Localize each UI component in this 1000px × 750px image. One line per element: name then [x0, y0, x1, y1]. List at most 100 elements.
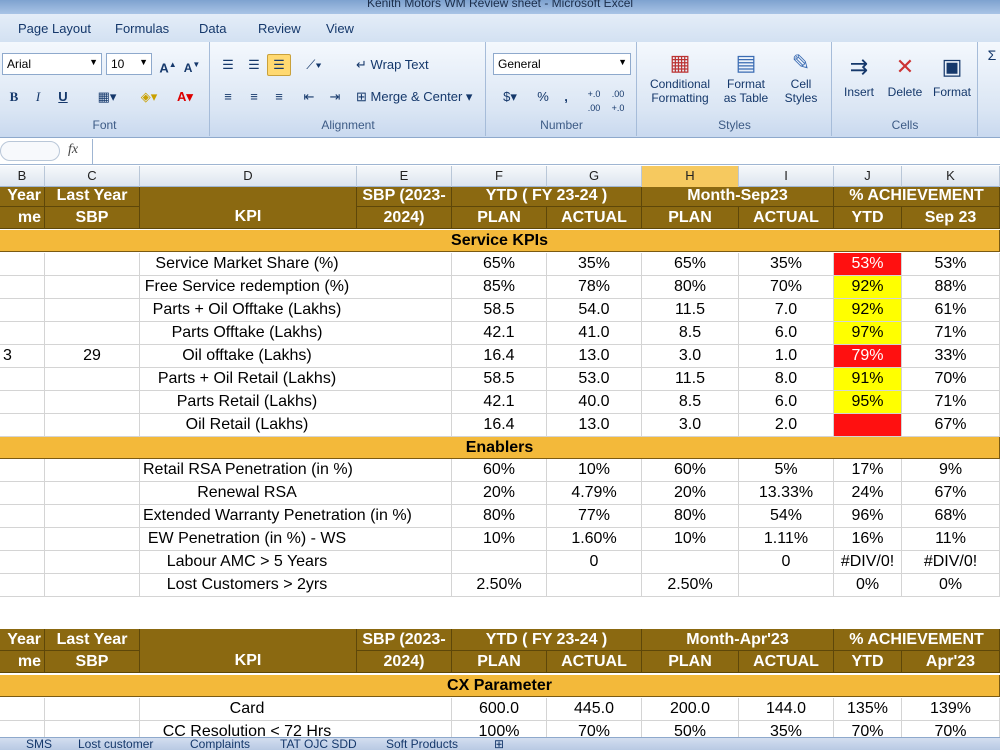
header-cell[interactable]: Year: [0, 187, 45, 207]
achievement-cell[interactable]: 95%: [834, 391, 902, 414]
sheet-tab-soft-products[interactable]: Soft Products: [386, 738, 458, 750]
cell[interactable]: 2.0: [739, 414, 834, 437]
kpi-cell[interactable]: EW Penetration (in %) - WS: [140, 528, 452, 551]
cell[interactable]: 3.0: [642, 345, 739, 368]
cell[interactable]: [0, 276, 45, 299]
header-cell[interactable]: SBP (2023-: [357, 629, 452, 651]
borders-icon[interactable]: ▦▾: [92, 86, 122, 108]
orientation-icon[interactable]: ⟋▾: [297, 54, 331, 76]
fill-color-icon[interactable]: ◈▾: [134, 86, 164, 108]
header-cell[interactable]: Last Year: [45, 629, 140, 651]
header-cell[interactable]: PLAN: [452, 651, 547, 673]
cell[interactable]: 3.0: [642, 414, 739, 437]
achievement-cell[interactable]: [834, 414, 902, 437]
column-header[interactable]: B: [0, 166, 45, 187]
cell[interactable]: 40.0: [547, 391, 642, 414]
increase-decimal-button[interactable]: +.0 .00: [583, 86, 605, 116]
cell[interactable]: 10%: [452, 528, 547, 551]
cell[interactable]: 50%: [642, 721, 739, 737]
achievement-cell[interactable]: 53%: [834, 253, 902, 276]
cell[interactable]: 13.33%: [739, 482, 834, 505]
cell[interactable]: 2.50%: [452, 574, 547, 597]
cell[interactable]: [642, 551, 739, 574]
sheet-tab-tat-ojc-sdd[interactable]: TAT OJC SDD: [280, 738, 357, 750]
cell[interactable]: 54%: [739, 505, 834, 528]
insert-sheet-icon[interactable]: ⊞: [494, 738, 504, 750]
cell[interactable]: [0, 368, 45, 391]
decrease-indent-icon[interactable]: ⇤: [297, 86, 321, 108]
percent-button[interactable]: %: [533, 86, 553, 108]
font-color-icon[interactable]: A▾: [170, 86, 200, 108]
align-bottom-icon[interactable]: ☰: [267, 54, 291, 76]
tab-review[interactable]: Review: [258, 21, 301, 36]
cell[interactable]: 6.0: [739, 322, 834, 345]
cell[interactable]: [0, 505, 45, 528]
cell-styles-button[interactable]: ✎ Cell Styles: [776, 48, 826, 106]
header-cell[interactable]: SBP: [45, 207, 140, 229]
cell[interactable]: 20%: [642, 482, 739, 505]
kpi-cell[interactable]: Extended Warranty Penetration (in %): [140, 505, 452, 528]
header-cell[interactable]: ACTUAL: [739, 651, 834, 673]
kpi-cell[interactable]: Parts + Oil Retail (Lakhs): [140, 368, 452, 391]
cell[interactable]: 0: [739, 551, 834, 574]
decrease-decimal-button[interactable]: .00 +.0: [607, 86, 629, 116]
cell[interactable]: 3: [0, 345, 45, 368]
cell[interactable]: 71%: [902, 391, 1000, 414]
cell[interactable]: 1.11%: [739, 528, 834, 551]
tab-view[interactable]: View: [326, 21, 354, 36]
cell[interactable]: [45, 459, 140, 482]
align-left-icon[interactable]: ≡: [217, 86, 239, 108]
header-cell[interactable]: YTD ( FY 23-24 ): [452, 187, 642, 207]
tab-data[interactable]: Data: [199, 21, 226, 36]
cell[interactable]: [0, 414, 45, 437]
fx-icon[interactable]: fx: [68, 142, 78, 158]
kpi-cell[interactable]: Free Service redemption (%): [140, 276, 452, 299]
cell[interactable]: [45, 505, 140, 528]
sheet-tab-complaints[interactable]: Complaints: [190, 738, 250, 750]
header-cell[interactable]: 2024): [357, 651, 452, 673]
header-cell[interactable]: PLAN: [642, 651, 739, 673]
cell[interactable]: [0, 698, 45, 721]
sheet-tab-sms[interactable]: SMS: [26, 738, 52, 750]
cell[interactable]: 42.1: [452, 391, 547, 414]
format-button[interactable]: ▣ Format: [929, 48, 975, 100]
cell[interactable]: [0, 391, 45, 414]
cell[interactable]: 10%: [642, 528, 739, 551]
achievement-cell[interactable]: 70%: [834, 721, 902, 737]
column-header-selected[interactable]: H: [642, 166, 739, 187]
align-center-icon[interactable]: ≡: [243, 86, 265, 108]
cell[interactable]: [45, 414, 140, 437]
cell[interactable]: 20%: [452, 482, 547, 505]
cell[interactable]: 77%: [547, 505, 642, 528]
cell[interactable]: 139%: [902, 698, 1000, 721]
cell[interactable]: 70%: [547, 721, 642, 737]
kpi-cell[interactable]: Service Market Share (%): [140, 253, 452, 276]
cell[interactable]: [45, 276, 140, 299]
cell[interactable]: 7.0: [739, 299, 834, 322]
achievement-cell[interactable]: 16%: [834, 528, 902, 551]
cell[interactable]: 29: [45, 345, 140, 368]
underline-button[interactable]: U: [52, 86, 74, 108]
cell[interactable]: 1.0: [739, 345, 834, 368]
cell[interactable]: 88%: [902, 276, 1000, 299]
achievement-cell[interactable]: 92%: [834, 276, 902, 299]
cell[interactable]: 2.50%: [642, 574, 739, 597]
cell[interactable]: [547, 574, 642, 597]
column-header[interactable]: I: [739, 166, 834, 187]
cell[interactable]: 0: [547, 551, 642, 574]
cell[interactable]: 61%: [902, 299, 1000, 322]
cell[interactable]: 8.5: [642, 391, 739, 414]
cell[interactable]: [45, 551, 140, 574]
increase-indent-icon[interactable]: ⇥: [323, 86, 347, 108]
column-header[interactable]: G: [547, 166, 642, 187]
cell[interactable]: 6.0: [739, 391, 834, 414]
header-cell[interactable]: Apr'23: [902, 651, 1000, 673]
cell[interactable]: 13.0: [547, 345, 642, 368]
cell[interactable]: 8.0: [739, 368, 834, 391]
cell[interactable]: 4.79%: [547, 482, 642, 505]
cell[interactable]: 54.0: [547, 299, 642, 322]
header-cell[interactable]: % ACHIEVEMENT: [834, 187, 1000, 207]
header-cell[interactable]: Month-Apr'23: [642, 629, 834, 651]
header-cell[interactable]: KPI: [140, 187, 357, 229]
header-cell[interactable]: YTD: [834, 207, 902, 229]
